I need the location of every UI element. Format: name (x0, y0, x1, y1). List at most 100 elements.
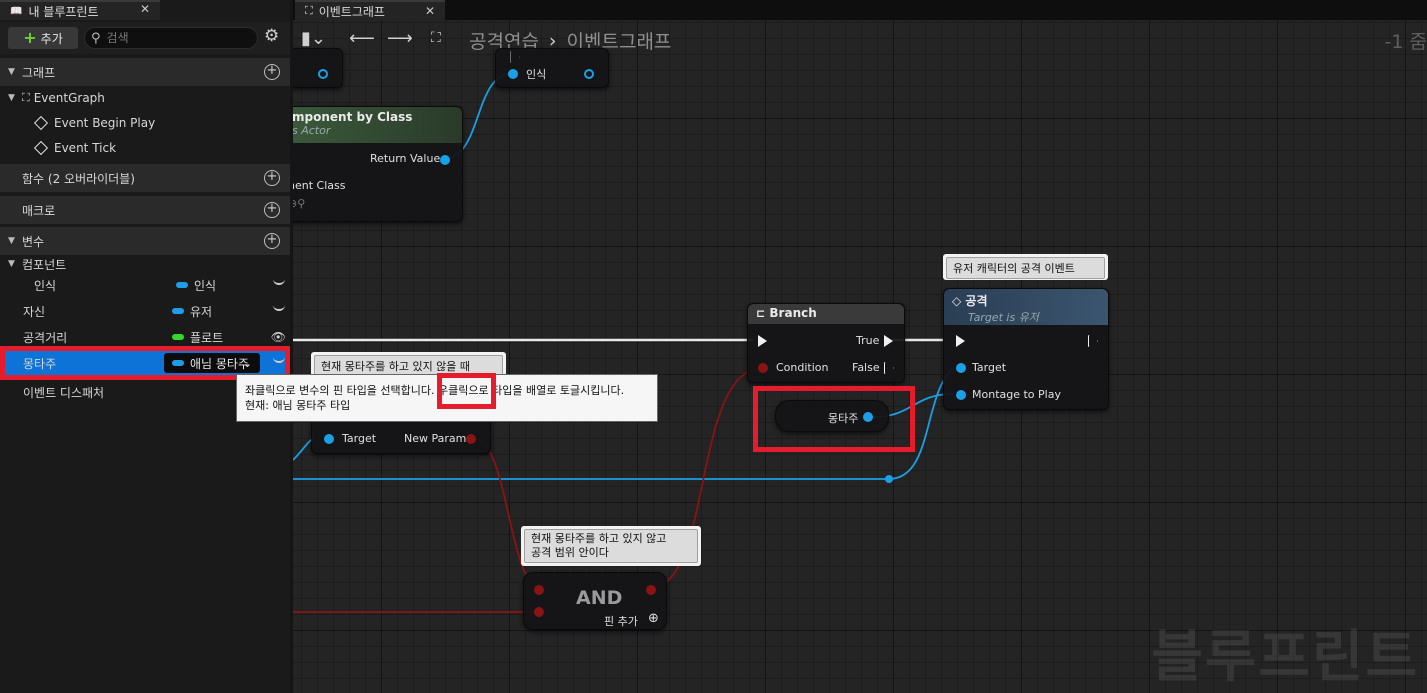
graph-icon: ⛶ (22, 91, 30, 104)
triangle-down-icon: ▼ (8, 93, 15, 103)
search-box[interactable]: ⚲ (84, 27, 258, 49)
section-graphs[interactable]: ▼ 그래프 + (0, 58, 290, 86)
input-a-pin[interactable] (534, 585, 544, 595)
exec-in-pin[interactable] (956, 335, 965, 347)
target-pin[interactable] (324, 434, 334, 444)
event-icon: ◇ (952, 294, 962, 308)
branch-icon: ⊏ (756, 307, 766, 320)
search-icon[interactable]: ⊕⚲ (293, 197, 305, 210)
graph-canvas[interactable]: ▮⌄ ⟵ ⟶ ⛶ 공격연습 › 이벤트그래프 -1 줌 인식 mponent b… (293, 20, 1427, 693)
back-arrow-icon[interactable]: ⟵ (349, 28, 375, 49)
graph-nav-bar: ▮⌄ ⟵ ⟶ ⛶ 공격연습 › 이벤트그래프 -1 줌 (293, 20, 1427, 58)
variable-name: 인식 (34, 278, 57, 293)
forward-arrow-icon[interactable]: ⟶ (387, 28, 413, 49)
condition-pin[interactable] (758, 363, 768, 373)
node-header: ⊏ Branch (748, 304, 904, 324)
my-blueprint-tab[interactable]: 📖 내 블루프린트 ✕ (0, 0, 160, 20)
recognize-label: 인식 (526, 68, 547, 81)
partial-node[interactable] (293, 48, 343, 88)
add-macro-icon[interactable]: + (264, 202, 280, 218)
return-value-label: Return Value (370, 152, 441, 165)
section-functions[interactable]: 함수 (2 오버라이더블) + (0, 164, 290, 192)
attack-node[interactable]: ◇ 공격 Target is 유저 Target Montage to Play (943, 288, 1109, 410)
add-button[interactable]: + 추가 (8, 27, 78, 49)
tree-event-tick[interactable]: Event Tick (0, 136, 290, 160)
event-label: Event Tick (54, 141, 117, 155)
target-pin[interactable] (956, 363, 966, 373)
type-pill (172, 308, 184, 314)
node-subtitle: s Actor (293, 124, 331, 137)
event-graph-tab[interactable]: ⛶ 이벤트그래프 ✕ (295, 0, 445, 20)
event-label: Event Begin Play (54, 116, 156, 130)
event-graph-label: EventGraph (33, 91, 105, 105)
output-pin[interactable] (584, 69, 594, 79)
tree-event-graph[interactable]: ▼ ⛶ EventGraph (0, 86, 290, 110)
event-icon (33, 115, 49, 131)
new-param-pin[interactable] (466, 434, 476, 444)
true-label: True (856, 334, 880, 347)
variable-name: 자신 (23, 304, 46, 319)
variable-row[interactable]: 자신 유저 (0, 298, 290, 324)
bookmark-icon[interactable]: ▮⌄ (301, 28, 326, 49)
tree-event-begin-play[interactable]: Event Begin Play (0, 111, 290, 135)
triangle-down-icon: ▼ (8, 259, 15, 269)
get-component-node[interactable]: mponent by Class s Actor Return Value ne… (293, 106, 463, 222)
variable-row[interactable]: 인식 인식 (0, 272, 290, 298)
highlight-box (753, 386, 915, 452)
recognize-node[interactable]: 인식 (495, 48, 609, 88)
output-pin[interactable] (646, 585, 656, 595)
eye-icon[interactable]: 👁 (271, 330, 286, 344)
comment-attack[interactable]: 유저 캐릭터의 공격 이벤트 (943, 254, 1108, 280)
variable-type: 플로트 (172, 329, 223, 346)
branch-node[interactable]: ⊏ Branch True Condition False (747, 303, 905, 383)
input-b-pin[interactable] (534, 607, 544, 617)
add-variable-icon[interactable]: + (264, 233, 280, 249)
watermark: 블루프린트 (1151, 625, 1419, 690)
object-wire (293, 437, 314, 461)
exec-out-pin[interactable] (1088, 335, 1098, 347)
and-node[interactable]: AND 핀 추가 ⊕ (523, 572, 667, 630)
event-icon (33, 140, 49, 156)
search-input[interactable] (106, 31, 247, 45)
exec-pin (510, 51, 520, 63)
eye-closed-icon[interactable] (273, 304, 285, 311)
section-macros-label: 매크로 (22, 203, 56, 218)
comment-text: 유저 캐릭터의 공격 이벤트 (946, 257, 1105, 279)
variable-type-label: 유저 (190, 304, 213, 319)
close-icon[interactable]: ✕ (140, 2, 150, 16)
variable-type-label: 인식 (194, 278, 217, 293)
node-header: mponent by Class s Actor (293, 107, 462, 143)
graph-tab-bar: ⛶ 이벤트그래프 ✕ (293, 0, 1427, 20)
input-pin[interactable] (508, 69, 518, 79)
my-blueprint-panel: 📖 내 블루프린트 ✕ + 추가 ⚲ ⚙ ▼ 그래프 + ▼ ⛶ EventGr… (0, 0, 290, 693)
node-header: ◇ 공격 Target is 유저 (944, 289, 1108, 325)
book-icon: 📖 (10, 5, 23, 17)
add-function-icon[interactable]: + (264, 170, 280, 186)
gear-icon[interactable]: ⚙ (264, 26, 279, 46)
event-graph-tab-label: 이벤트그래프 (318, 4, 385, 19)
close-icon[interactable]: ✕ (425, 4, 435, 18)
tooltip-text: 좌클릭으로 변수의 핀 타입을 선택합니다. (245, 384, 439, 397)
return-value-pin[interactable] (440, 155, 450, 165)
montage-pin[interactable] (956, 390, 966, 400)
type-pill (172, 334, 184, 340)
target-label: Target (342, 432, 377, 445)
eye-closed-icon[interactable] (273, 278, 285, 285)
add-button-label: 추가 (40, 31, 63, 46)
exec-in-pin[interactable] (758, 335, 767, 347)
output-pin[interactable] (318, 69, 328, 79)
exec-false-pin[interactable] (884, 362, 894, 374)
graph-icon: ⛶ (305, 4, 313, 17)
condition-label: Condition (776, 361, 829, 374)
highlight-box (437, 373, 496, 409)
section-variables[interactable]: ▼ 변수 + (0, 227, 290, 255)
plus-circle-icon[interactable]: ⊕ (648, 611, 659, 626)
section-macros[interactable]: 매크로 + (0, 196, 290, 224)
section-graphs-label: 그래프 (22, 65, 56, 80)
comment-and[interactable]: 현재 몽타주를 하고 있지 않고 공격 범위 안이다 (521, 526, 701, 566)
variable-type-label: 플로트 (190, 330, 224, 345)
montage-label: Montage to Play (972, 388, 1061, 401)
add-graph-icon[interactable]: + (264, 64, 280, 80)
exec-true-pin[interactable] (884, 335, 893, 347)
variable-type: 유저 (172, 303, 212, 320)
